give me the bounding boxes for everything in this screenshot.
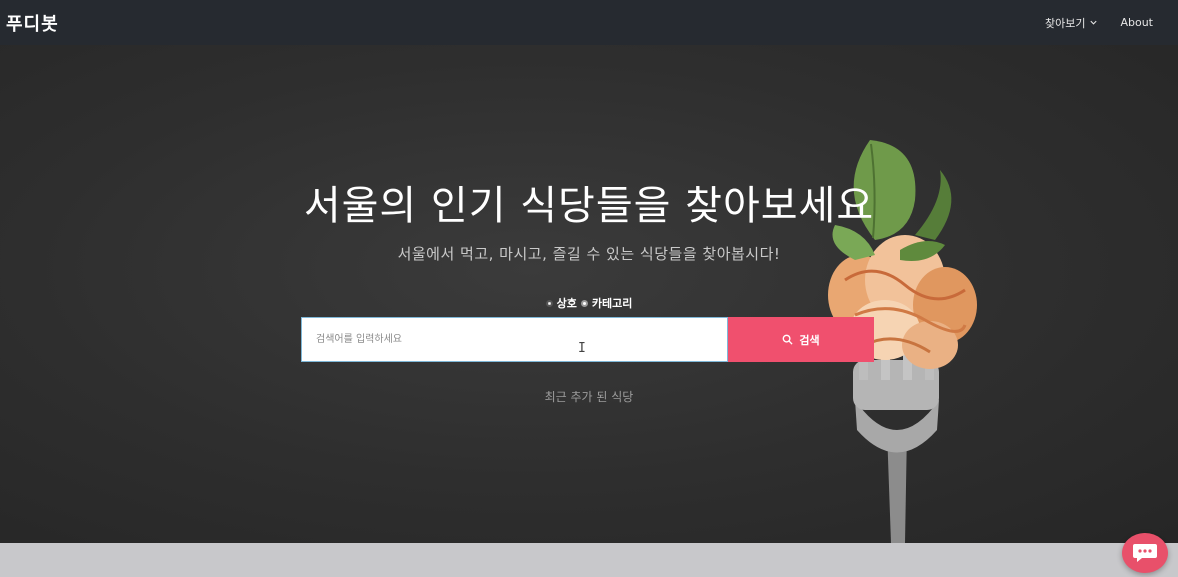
page-subheadline: 서울에서 먹고, 마시고, 즐길 수 있는 식당들을 찾아봅시다!: [397, 245, 781, 263]
top-navbar: 푸디봇 찾아보기 About: [0, 0, 1178, 45]
nav-about-link[interactable]: About: [1120, 16, 1153, 29]
text-cursor-icon: I: [578, 341, 586, 356]
page-footer-strip: [0, 543, 1178, 577]
radio-icon: [545, 299, 553, 307]
search-option-name-label: 상호: [556, 297, 577, 310]
nav-explore-label: 찾아보기: [1044, 16, 1086, 30]
chat-button[interactable]: [1122, 533, 1168, 573]
search-button-label: 검색: [799, 333, 820, 347]
brand-logo[interactable]: 푸디봇: [6, 10, 59, 36]
search-input[interactable]: [301, 317, 728, 362]
nav-explore-dropdown[interactable]: 찾아보기: [1045, 15, 1098, 31]
search-type-options: 상호 카테고리: [0, 295, 1178, 311]
radio-icon: [580, 299, 588, 307]
chat-bubble-icon: [1133, 544, 1157, 562]
hero-section: 서울의 인기 식당들을 찾아보세요 서울에서 먹고, 마시고, 즐길 수 있는 …: [0, 45, 1178, 543]
search-button[interactable]: 검색: [728, 317, 874, 362]
recent-restaurants-link[interactable]: 최근 추가 된 식당: [0, 388, 1178, 405]
search-icon: [782, 334, 793, 345]
search-option-name[interactable]: 상호: [545, 295, 577, 311]
page-headline: 서울의 인기 식당들을 찾아보세요: [303, 183, 875, 229]
chevron-down-icon: [1090, 20, 1098, 25]
search-option-category[interactable]: 카테고리: [580, 295, 633, 311]
nav-menu: 찾아보기 About: [1045, 15, 1153, 31]
search-option-category-label: 카테고리: [591, 297, 633, 310]
